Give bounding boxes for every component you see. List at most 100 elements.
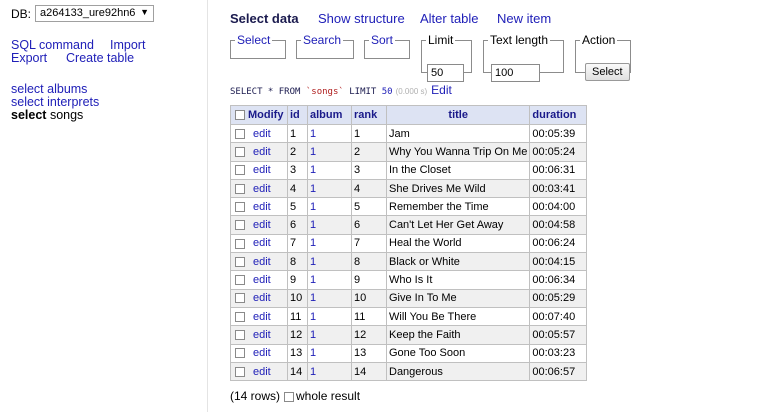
- sidebar-table-interprets[interactable]: select interprets: [11, 95, 99, 109]
- rank-cell: 8: [351, 252, 387, 272]
- search-legend[interactable]: Search: [301, 33, 343, 47]
- tab-alter-table[interactable]: Alter table: [420, 11, 479, 26]
- album-cell-value[interactable]: 1: [310, 164, 316, 176]
- row-checkbox[interactable]: [235, 311, 245, 322]
- header-album-label: album: [310, 109, 343, 121]
- edit-query-link[interactable]: Edit: [431, 83, 452, 97]
- sidebar-table-albums[interactable]: select albums: [11, 82, 87, 96]
- edit-row-link[interactable]: edit: [253, 311, 271, 323]
- id-cell-value: 10: [290, 292, 303, 305]
- text-length-input[interactable]: [491, 64, 540, 82]
- modify-cell: edit: [230, 288, 288, 308]
- table-row: edit 3 1 3 In the Closet 00:06:31: [230, 160, 588, 180]
- modify-cell: edit: [230, 123, 288, 144]
- edit-row-link[interactable]: edit: [253, 201, 271, 213]
- create-table-link[interactable]: Create table: [66, 51, 134, 65]
- album-cell-value[interactable]: 1: [310, 128, 316, 140]
- row-checkbox[interactable]: [235, 238, 245, 249]
- edit-row-link[interactable]: edit: [253, 219, 271, 231]
- title-cell: Can't Let Her Get Away: [385, 215, 531, 235]
- header-album[interactable]: album: [307, 105, 352, 125]
- table-row: edit 8 1 8 Black or White 00:04:15: [230, 252, 588, 272]
- table-row: edit 5 1 5 Remember the Time 00:04:00: [230, 197, 588, 217]
- sidebar-table-songs[interactable]: select songs: [11, 108, 83, 122]
- row-checkbox[interactable]: [235, 348, 245, 359]
- table-row: edit 4 1 4 She Drives Me Wild 00:03:41: [230, 178, 588, 199]
- modify-cell: edit: [230, 178, 288, 199]
- album-cell-value[interactable]: 1: [310, 274, 316, 286]
- row-checkbox[interactable]: [235, 220, 245, 231]
- edit-row-link[interactable]: edit: [253, 183, 271, 195]
- whole-result-checkbox[interactable]: [284, 391, 295, 402]
- row-checkbox[interactable]: [235, 165, 245, 176]
- limit-input[interactable]: [427, 64, 464, 82]
- row-checkbox[interactable]: [235, 256, 245, 267]
- header-modify: Modify: [230, 105, 288, 125]
- select-all-checkbox[interactable]: [235, 110, 245, 121]
- album-cell-value[interactable]: 1: [310, 201, 316, 213]
- header-id[interactable]: id: [287, 105, 308, 125]
- edit-row-link[interactable]: edit: [253, 329, 271, 341]
- id-cell: 5: [287, 197, 308, 217]
- results-table: Modify id album rank title duration edit…: [230, 105, 588, 382]
- db-select[interactable]: a264133_ure92hn6 ▼: [35, 5, 154, 22]
- row-checkbox[interactable]: [235, 293, 245, 304]
- whole-result-label[interactable]: whole result: [296, 389, 360, 403]
- edit-row-link[interactable]: edit: [253, 146, 271, 158]
- duration-cell: 00:05:24: [529, 142, 588, 162]
- header-duration[interactable]: duration: [529, 105, 588, 125]
- row-checkbox[interactable]: [235, 330, 245, 340]
- rank-cell-value: 13: [354, 347, 367, 360]
- album-cell-value[interactable]: 1: [310, 256, 316, 268]
- album-cell-value[interactable]: 1: [310, 219, 316, 231]
- edit-row-link[interactable]: edit: [253, 347, 271, 359]
- text-length-fieldset: Text length: [483, 33, 564, 82]
- duration-cell-value: 00:06:31: [532, 164, 576, 177]
- edit-row-link[interactable]: edit: [253, 366, 271, 378]
- row-checkbox[interactable]: [235, 201, 245, 212]
- album-cell-value[interactable]: 1: [310, 237, 316, 249]
- row-checkbox[interactable]: [235, 147, 245, 158]
- edit-row-link[interactable]: edit: [253, 256, 271, 268]
- tab-show-structure[interactable]: Show structure: [318, 11, 405, 26]
- edit-row-link[interactable]: edit: [253, 128, 271, 140]
- row-checkbox[interactable]: [235, 275, 245, 286]
- import-link[interactable]: Import: [110, 38, 145, 52]
- modify-cell: edit: [230, 325, 288, 345]
- row-checkbox[interactable]: [235, 128, 245, 139]
- album-cell-value[interactable]: 1: [310, 183, 316, 195]
- edit-row-link[interactable]: edit: [253, 274, 271, 286]
- header-title-label: title: [448, 109, 468, 121]
- edit-row-link[interactable]: edit: [253, 237, 271, 249]
- table-row: edit 14 1 14 Dangerous 00:06:57: [230, 361, 588, 382]
- header-rank[interactable]: rank: [351, 105, 387, 125]
- sort-legend[interactable]: Sort: [369, 33, 395, 47]
- album-cell-value[interactable]: 1: [310, 292, 316, 304]
- select-legend[interactable]: Select: [235, 33, 272, 47]
- sql-limit-number: 50: [381, 87, 393, 97]
- album-cell-value[interactable]: 1: [310, 366, 316, 378]
- select-action-button[interactable]: Select: [585, 63, 630, 81]
- album-cell-value[interactable]: 1: [310, 329, 316, 341]
- table-row: edit 1 1 1 Jam 00:05:39: [230, 123, 588, 144]
- results-footer: (14 rows) whole result: [230, 389, 360, 403]
- export-link[interactable]: Export: [11, 51, 47, 65]
- album-cell-value[interactable]: 1: [310, 311, 316, 323]
- album-cell: 1: [307, 123, 352, 144]
- edit-row-link[interactable]: edit: [253, 164, 271, 176]
- duration-cell: 00:04:15: [529, 252, 588, 272]
- sql-command-link[interactable]: SQL command: [11, 38, 94, 52]
- album-cell: 1: [307, 233, 352, 254]
- duration-cell: 00:05:39: [529, 123, 588, 144]
- edit-row-link[interactable]: edit: [253, 292, 271, 304]
- row-checkbox[interactable]: [235, 183, 245, 194]
- tab-new-item[interactable]: New item: [497, 11, 551, 26]
- album-cell-value[interactable]: 1: [310, 347, 316, 359]
- title-cell: Will You Be There: [385, 306, 531, 327]
- id-cell: 4: [287, 178, 308, 199]
- id-cell: 13: [287, 343, 308, 363]
- table-row: edit 13 1 13 Gone Too Soon 00:03:23: [230, 343, 588, 363]
- header-title[interactable]: title: [385, 105, 531, 125]
- row-checkbox[interactable]: [235, 366, 245, 377]
- album-cell-value[interactable]: 1: [310, 146, 316, 158]
